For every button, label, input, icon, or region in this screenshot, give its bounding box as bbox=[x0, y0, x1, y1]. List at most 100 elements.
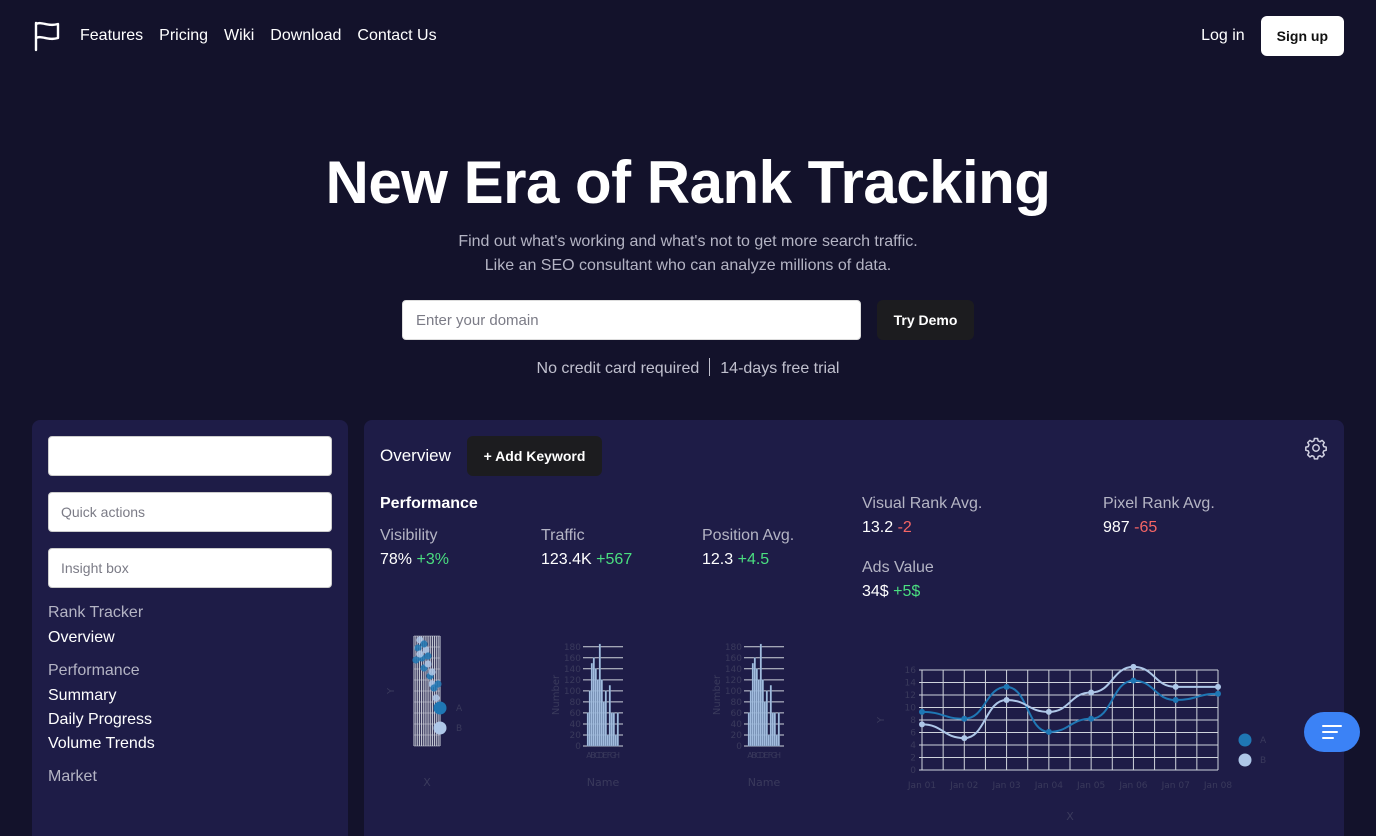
metric-visibility: Visibility 78% +3% bbox=[380, 524, 449, 572]
domain-input[interactable] bbox=[402, 300, 861, 340]
sidebar-search-input[interactable] bbox=[48, 436, 332, 476]
legend-label-b: B bbox=[456, 724, 462, 734]
line-point bbox=[1130, 677, 1137, 684]
position-bar-chart: 020406080100120140160180ABCDE FGHNameNumb… bbox=[712, 643, 784, 789]
metric-value: 12.3 bbox=[702, 551, 734, 568]
bar bbox=[604, 690, 607, 747]
y-tick-label: 14 bbox=[905, 679, 917, 689]
x-tick-label: Jan 01 bbox=[907, 781, 936, 791]
y-tick-label: 100 bbox=[564, 687, 581, 697]
metric-value: 34$ bbox=[862, 583, 889, 600]
hero-subtitle: Find out what's working and what's not t… bbox=[0, 230, 1376, 278]
add-keyword-button[interactable]: + Add Keyword bbox=[467, 436, 602, 476]
bar bbox=[588, 690, 591, 747]
insight-box-field[interactable]: Insight box bbox=[48, 548, 332, 588]
nav-link-contact[interactable]: Contact Us bbox=[357, 27, 436, 45]
y-tick-label: 180 bbox=[725, 643, 742, 653]
y-tick-label: 100 bbox=[725, 687, 742, 697]
bar bbox=[747, 712, 750, 747]
metric-value: 123.4K bbox=[541, 551, 592, 568]
legend-label-a: A bbox=[456, 704, 463, 714]
try-demo-button[interactable]: Try Demo bbox=[877, 300, 974, 340]
sidebar-item-overview[interactable]: Overview bbox=[48, 626, 332, 650]
bar bbox=[751, 663, 754, 747]
line-point bbox=[1003, 697, 1010, 703]
y-axis-label: Number bbox=[712, 674, 723, 715]
nav-link-features[interactable]: Features bbox=[80, 27, 143, 45]
line-point bbox=[1088, 715, 1095, 722]
y-tick-label: 80 bbox=[570, 698, 582, 708]
x-axis-label: Name bbox=[748, 776, 781, 789]
y-tick-label: 0 bbox=[910, 766, 916, 776]
menu-fab-button[interactable] bbox=[1304, 712, 1360, 752]
x-axis-label: X bbox=[1066, 810, 1074, 823]
line-point bbox=[919, 708, 925, 715]
scatter-point bbox=[428, 668, 436, 676]
scatter-point bbox=[420, 640, 428, 648]
line-point bbox=[1215, 683, 1221, 690]
x-tick-label: Jan 06 bbox=[1118, 781, 1147, 791]
bar bbox=[765, 690, 768, 747]
line-point bbox=[1045, 728, 1052, 735]
bar bbox=[775, 734, 778, 747]
y-tick-label: 20 bbox=[731, 731, 743, 741]
metric-delta: -65 bbox=[1134, 519, 1158, 536]
metric-value-row: 987 -65 bbox=[1103, 516, 1215, 540]
login-link[interactable]: Log in bbox=[1201, 27, 1245, 45]
y-tick-label: 60 bbox=[731, 709, 743, 719]
sidebar-group-performance: Summary Daily Progress Volume Trends bbox=[48, 684, 332, 756]
metric-label: Visibility bbox=[380, 527, 438, 544]
x-tick-label: Jan 07 bbox=[1161, 781, 1190, 791]
y-tick-label: 60 bbox=[570, 709, 582, 719]
bar bbox=[777, 712, 780, 747]
scatter-point bbox=[433, 721, 447, 735]
gear-icon[interactable] bbox=[1304, 436, 1328, 460]
line-point bbox=[1003, 683, 1010, 690]
line-point bbox=[1215, 690, 1221, 697]
bar bbox=[759, 643, 762, 747]
dashboard-panel: Overview + Add Keyword Performance Visib… bbox=[364, 420, 1344, 836]
sidebar-item-volume-trends[interactable]: Volume Trends bbox=[48, 732, 332, 756]
nav-link-download[interactable]: Download bbox=[270, 27, 341, 45]
y-tick-label: 8 bbox=[910, 716, 916, 726]
bar bbox=[769, 685, 772, 747]
signup-button[interactable]: Sign up bbox=[1260, 16, 1344, 56]
nav-link-pricing[interactable]: Pricing bbox=[159, 27, 208, 45]
bar bbox=[767, 734, 770, 747]
line-point bbox=[1130, 663, 1137, 670]
y-tick-label: 0 bbox=[736, 742, 742, 752]
nav-link-wiki[interactable]: Wiki bbox=[224, 27, 254, 45]
metric-value-row: 123.4K +567 bbox=[541, 548, 632, 572]
traffic-bar-chart: 020406080100120140160180ABCDE FGHNameNumb… bbox=[551, 643, 623, 789]
metric-label: Ads Value bbox=[862, 559, 934, 576]
x-axis-label: X bbox=[423, 776, 431, 789]
scatter-point bbox=[434, 680, 442, 688]
metric-pixel-rank-avg: Pixel Rank Avg. 987 -65 bbox=[1103, 492, 1215, 540]
flag-icon[interactable] bbox=[32, 20, 62, 52]
x-tick-label: Jan 04 bbox=[1034, 781, 1063, 791]
bar bbox=[761, 679, 764, 747]
sidebar-item-daily-progress[interactable]: Daily Progress bbox=[48, 708, 332, 732]
x-tick-label: H bbox=[775, 751, 781, 760]
no-credit-card-text: No credit card required bbox=[536, 360, 700, 377]
sidebar-item-summary[interactable]: Summary bbox=[48, 684, 332, 708]
metric-ads-value: Ads Value 34$ +5$ bbox=[862, 556, 934, 604]
quick-actions-field[interactable]: Quick actions bbox=[48, 492, 332, 532]
y-tick-label: 2 bbox=[910, 754, 916, 764]
metric-label: Position Avg. bbox=[702, 527, 795, 544]
metric-delta: +4.5 bbox=[737, 551, 770, 568]
tab-overview[interactable]: Overview bbox=[380, 446, 451, 466]
metric-delta: +5$ bbox=[893, 583, 921, 600]
nav-links: Features Pricing Wiki Download Contact U… bbox=[80, 27, 437, 45]
hero-subtitle-line2: Like an SEO consultant who can analyze m… bbox=[484, 257, 892, 274]
legend-marker-b bbox=[1238, 753, 1252, 767]
bar bbox=[586, 712, 589, 747]
sidebar-group-rank-tracker: Overview bbox=[48, 626, 332, 650]
line-point bbox=[961, 715, 968, 722]
metric-value: 78% bbox=[380, 551, 413, 568]
bar bbox=[616, 712, 619, 747]
metric-value-row: 13.2 -2 bbox=[862, 516, 982, 540]
x-tick-label: H bbox=[614, 751, 620, 760]
menu-lines-icon bbox=[1322, 725, 1342, 739]
bar bbox=[598, 643, 601, 747]
